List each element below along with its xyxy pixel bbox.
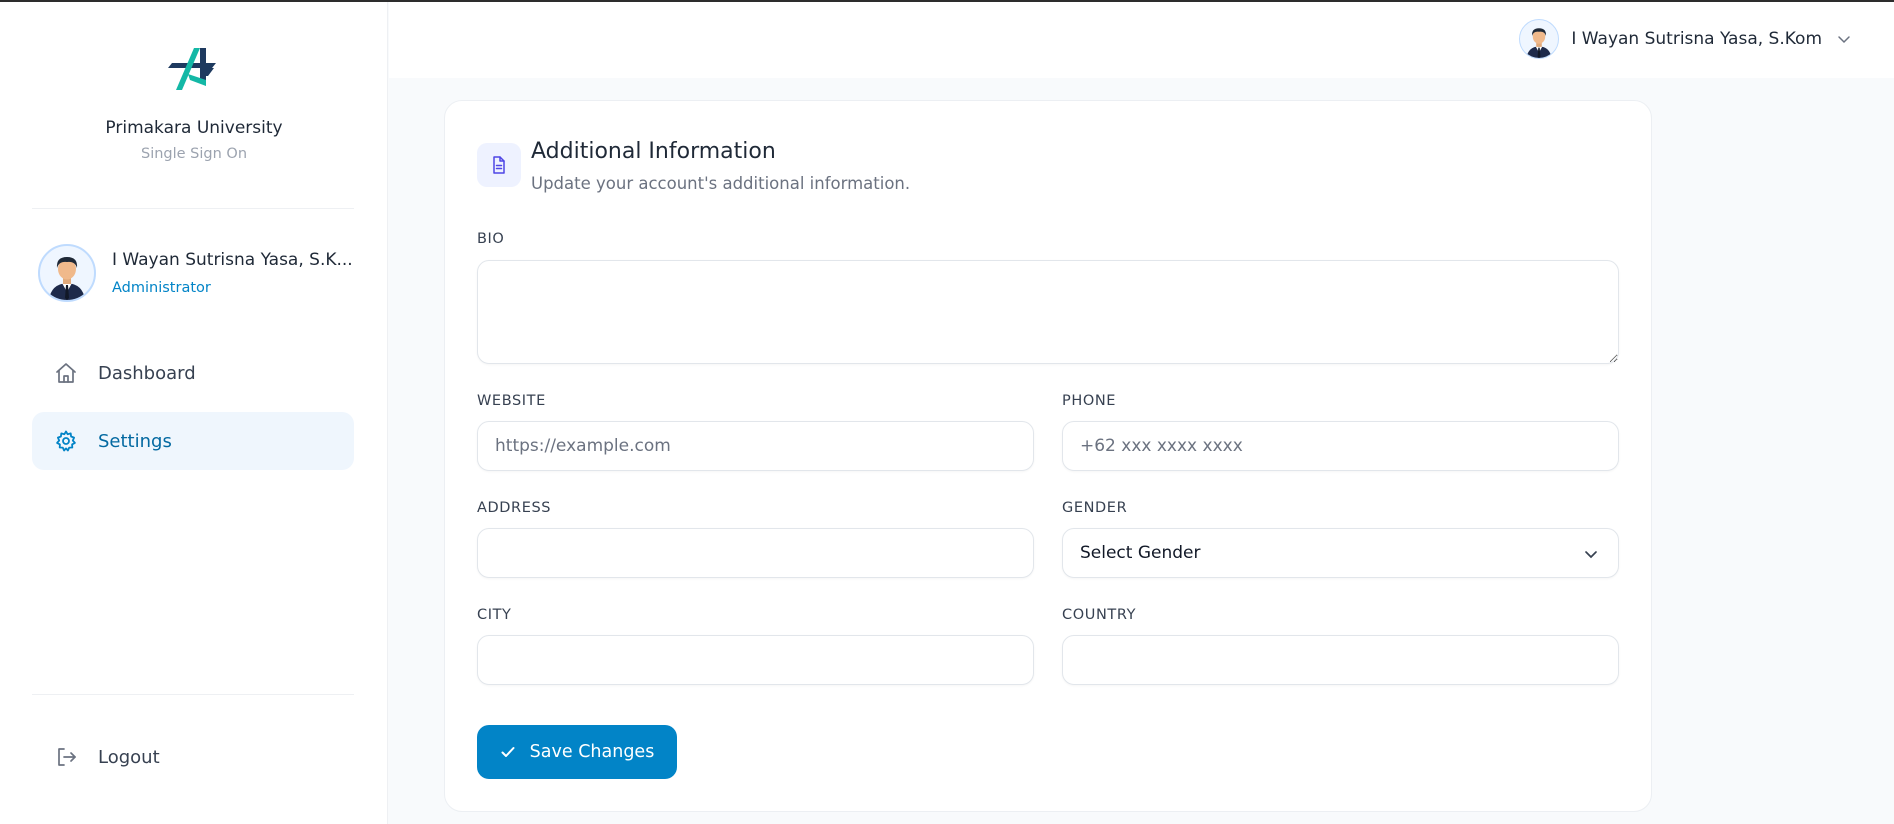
brand-subtitle: Single Sign On bbox=[140, 146, 248, 162]
city-label: CITY bbox=[477, 607, 512, 623]
logout-label: Logout bbox=[98, 746, 160, 768]
card-title: Additional Information bbox=[531, 139, 776, 164]
sidebar-divider bbox=[32, 208, 354, 209]
brand: Primakara University Single Sign On bbox=[0, 46, 388, 162]
chevron-down-icon bbox=[1838, 36, 1850, 44]
document-icon-container bbox=[477, 143, 521, 187]
primakara-logo-icon bbox=[168, 48, 216, 90]
country-label: COUNTRY bbox=[1062, 607, 1137, 623]
gender-selected-value: Select Gender bbox=[1080, 543, 1201, 563]
home-icon bbox=[56, 363, 76, 383]
user-menu-trigger[interactable]: I Wayan Sutrisna Yasa, S.Kom bbox=[1519, 19, 1852, 59]
city-input[interactable] bbox=[477, 635, 1034, 685]
address-label: ADDRESS bbox=[477, 500, 552, 516]
address-input[interactable] bbox=[477, 528, 1034, 578]
sidebar-user-name: I Wayan Sutrisna Yasa, S.K... bbox=[112, 250, 353, 270]
sidebar-divider bbox=[32, 694, 354, 695]
top-header: I Wayan Sutrisna Yasa, S.Kom bbox=[389, 2, 1894, 78]
document-icon bbox=[493, 156, 505, 174]
additional-information-card: Additional Information Update your accou… bbox=[444, 100, 1652, 812]
sidebar-user-role: Administrator bbox=[112, 280, 211, 296]
bio-textarea[interactable] bbox=[477, 260, 1619, 364]
chevron-down-icon bbox=[1585, 551, 1597, 559]
sidebar-user-card: I Wayan Sutrisna Yasa, S.K... Administra… bbox=[38, 244, 358, 302]
phone-input[interactable] bbox=[1062, 421, 1619, 471]
gender-select[interactable]: Select Gender bbox=[1062, 528, 1619, 578]
phone-label: PHONE bbox=[1062, 393, 1117, 409]
sidebar-item-label: Dashboard bbox=[98, 362, 196, 384]
logout-icon bbox=[58, 748, 76, 766]
sidebar-item-dashboard[interactable]: Dashboard bbox=[32, 344, 354, 402]
website-label: WEBSITE bbox=[477, 393, 546, 409]
check-icon bbox=[501, 747, 515, 757]
bio-label: BIO bbox=[477, 231, 505, 247]
gender-label: GENDER bbox=[1062, 500, 1128, 516]
save-changes-button[interactable]: Save Changes bbox=[477, 725, 677, 779]
card-header: Additional Information Update your accou… bbox=[477, 139, 910, 193]
sidebar: Primakara University Single Sign On I Wa… bbox=[0, 2, 388, 824]
user-avatar-icon bbox=[49, 257, 85, 300]
avatar bbox=[1519, 19, 1560, 59]
website-input[interactable] bbox=[477, 421, 1034, 471]
save-changes-label: Save Changes bbox=[529, 742, 655, 762]
country-input[interactable] bbox=[1062, 635, 1619, 685]
logout-button[interactable]: Logout bbox=[32, 728, 354, 786]
gear-icon bbox=[56, 430, 76, 452]
header-user-name: I Wayan Sutrisna Yasa, S.Kom bbox=[1571, 29, 1822, 49]
sidebar-item-settings[interactable]: Settings bbox=[32, 412, 354, 470]
card-subtitle: Update your account's additional informa… bbox=[531, 174, 911, 193]
sidebar-item-label: Settings bbox=[98, 430, 172, 452]
user-avatar-icon bbox=[1526, 28, 1552, 58]
avatar bbox=[38, 244, 96, 302]
brand-name: Primakara University bbox=[105, 118, 283, 138]
